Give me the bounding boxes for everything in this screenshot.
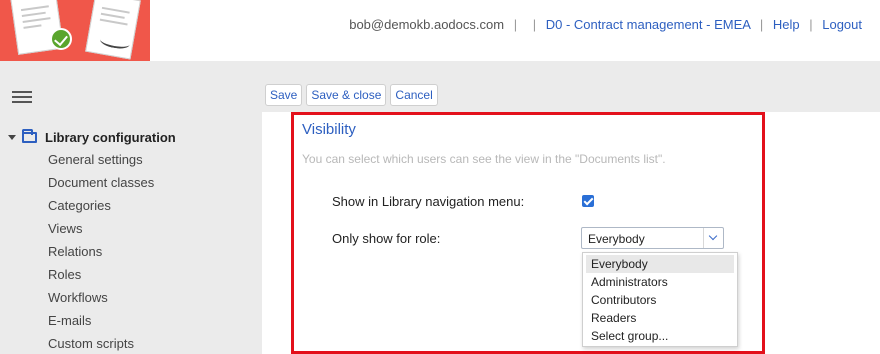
cancel-button[interactable]: Cancel [390,84,438,106]
sidebar-item-categories[interactable]: Categories [48,198,154,221]
role-label: Only show for role: [332,231,441,246]
separator: | [759,17,764,32]
help-link[interactable]: Help [773,17,800,32]
role-option-select-group[interactable]: Select group... [586,327,734,345]
role-dropdown: Everybody Administrators Contributors Re… [582,252,738,347]
role-select-value: Everybody [588,232,645,246]
section-title: Visibility [302,121,356,138]
sidebar-item-document-classes[interactable]: Document classes [48,175,154,198]
logout-link[interactable]: Logout [822,17,862,32]
user-email: bob@demokb.aodocs.com [349,17,505,32]
top-navigation: bob@demokb.aodocs.com | | D0 - Contract … [349,17,862,32]
approved-check-icon [50,28,72,50]
show-in-nav-label: Show in Library navigation menu: [332,194,525,209]
sidebar-root-label: Library configuration [45,130,176,145]
separator: | [532,17,537,32]
sidebar-item-library-configuration[interactable]: Library configuration [8,129,176,145]
sidebar-item-custom-scripts[interactable]: Custom scripts [48,336,154,354]
app-header: bob@demokb.aodocs.com | | D0 - Contract … [0,0,880,61]
save-button[interactable]: Save [265,84,303,106]
section-description: You can select which users can see the v… [302,152,666,166]
sidebar-item-views[interactable]: Views [48,221,154,244]
role-option-everybody[interactable]: Everybody [586,255,734,273]
sidebar-item-general-settings[interactable]: General settings [48,152,154,175]
role-option-administrators[interactable]: Administrators [586,273,734,291]
sidebar-item-relations[interactable]: Relations [48,244,154,267]
caret-down-icon[interactable] [8,135,16,140]
separator: | [809,17,813,32]
sidebar-item-emails[interactable]: E-mails [48,313,154,336]
show-in-nav-checkbox[interactable] [582,195,594,207]
folder-icon [22,129,37,143]
signed-document-icon [85,0,141,60]
save-close-button[interactable]: Save & close [306,84,387,106]
chevron-down-icon[interactable] [703,228,723,248]
app-logo[interactable] [0,0,150,61]
sidebar-item-roles[interactable]: Roles [48,267,154,290]
role-option-contributors[interactable]: Contributors [586,291,734,309]
role-select[interactable]: Everybody [581,227,724,249]
sidebar-item-workflows[interactable]: Workflows [48,290,154,313]
action-toolbar: Save Save & close Cancel [265,84,438,106]
separator: | [513,17,518,32]
role-option-readers[interactable]: Readers [586,309,734,327]
sidebar-menu: General settings Document classes Catego… [48,152,154,354]
library-link[interactable]: D0 - Contract management - EMEA [546,17,750,32]
hamburger-icon[interactable] [12,91,32,104]
